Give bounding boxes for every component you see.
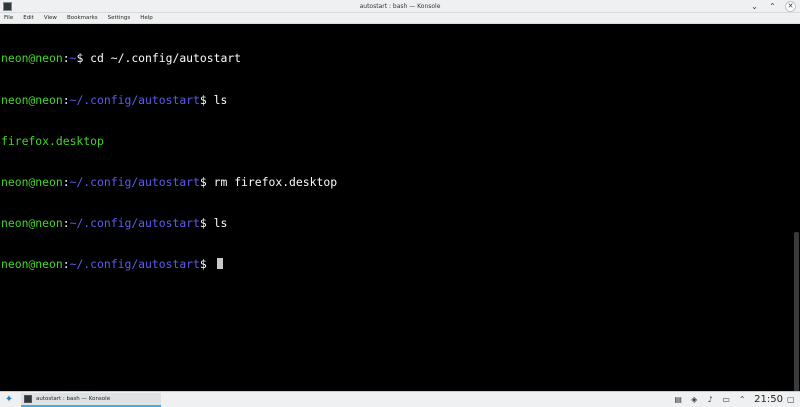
prompt-user: neon@neon xyxy=(1,215,63,230)
close-icon[interactable]: ✕ xyxy=(785,1,796,12)
terminal-line: firefox.desktop xyxy=(1,133,799,149)
prompt-symbol: $ xyxy=(199,256,214,271)
prompt-separator: : xyxy=(62,215,70,230)
plasma-launcher-icon[interactable]: ✦ xyxy=(3,394,15,406)
menu-help[interactable]: Help xyxy=(139,13,154,23)
battery-icon[interactable]: ▭ xyxy=(721,395,731,405)
prompt-symbol: $ xyxy=(199,215,214,230)
taskbar-task-konsole[interactable]: autostart : bash — Konsole xyxy=(21,392,161,407)
window-controls: ⌄ ⌃ ✕ xyxy=(749,1,796,12)
command-output: firefox.desktop xyxy=(1,133,104,148)
clipboard-icon[interactable]: ▤ xyxy=(673,395,683,405)
command-text: ls xyxy=(213,215,228,230)
prompt-user: neon@neon xyxy=(1,92,63,107)
prompt-path: ~/.config/autostart xyxy=(69,92,200,107)
terminal-line: neon@neon:~/.config/autostart$ ls xyxy=(1,215,799,231)
volume-icon[interactable]: ♪ xyxy=(705,395,715,405)
prompt-user: neon@neon xyxy=(1,51,63,66)
prompt-path: ~/.config/autostart xyxy=(69,174,200,189)
prompt-symbol: $ xyxy=(76,51,91,66)
prompt-path: ~/.config/autostart xyxy=(69,215,200,230)
menu-bar: File Edit View Bookmarks Settings Help xyxy=(0,13,800,24)
prompt-symbol: $ xyxy=(199,174,214,189)
command-text: cd ~/.config/autostart xyxy=(90,51,242,66)
maximize-icon[interactable]: ⌃ xyxy=(767,1,778,12)
prompt-user: neon@neon xyxy=(1,174,63,189)
terminal-output[interactable]: neon@neon:~$ cd ~/.config/autostart neon… xyxy=(0,24,800,407)
menu-settings[interactable]: Settings xyxy=(107,13,132,23)
prompt-separator: : xyxy=(62,92,70,107)
window-title: autostart : bash — Konsole xyxy=(359,3,441,10)
task-label: autostart : bash — Konsole xyxy=(36,395,111,402)
clock[interactable]: 21:50 xyxy=(754,392,783,407)
prompt-separator: : xyxy=(62,174,70,189)
title-bar[interactable]: autostart : bash — Konsole ⌄ ⌃ ✕ xyxy=(0,0,800,13)
prompt-separator: : xyxy=(62,51,70,66)
menu-view[interactable]: View xyxy=(43,13,58,23)
command-text: ls xyxy=(213,92,228,107)
network-icon[interactable]: ◈ xyxy=(689,395,699,405)
scrollbar[interactable] xyxy=(794,232,799,407)
minimize-icon[interactable]: ⌄ xyxy=(749,1,760,12)
terminal-line: neon@neon:~/.config/autostart$ ls xyxy=(1,92,799,108)
terminal-line: neon@neon:~$ cd ~/.config/autostart xyxy=(1,52,799,66)
command-text: rm firefox.desktop xyxy=(213,174,338,189)
taskbar: ✦ autostart : bash — Konsole ▤ ◈ ♪ ▭ ⌃ 2… xyxy=(0,391,800,407)
menu-bookmarks[interactable]: Bookmarks xyxy=(66,13,99,23)
konsole-window: autostart : bash — Konsole ⌄ ⌃ ✕ File Ed… xyxy=(0,0,800,407)
terminal-line: neon@neon:~/.config/autostart$ rm firefo… xyxy=(1,174,799,190)
text-cursor xyxy=(216,257,223,269)
system-tray: ▤ ◈ ♪ ▭ ⌃ 21:50 ▢ xyxy=(667,392,800,407)
prompt-separator: : xyxy=(62,256,70,271)
prompt-path: ~/.config/autostart xyxy=(69,256,200,271)
prompt-user: neon@neon xyxy=(1,256,63,271)
tray-expand-icon[interactable]: ⌃ xyxy=(737,395,747,405)
menu-file[interactable]: File xyxy=(3,13,14,23)
terminal-line: neon@neon:~/.config/autostart$ xyxy=(1,256,799,272)
konsole-task-icon xyxy=(24,394,32,403)
prompt-symbol: $ xyxy=(199,92,214,107)
show-desktop-icon[interactable]: ▢ xyxy=(787,395,797,405)
menu-edit[interactable]: Edit xyxy=(22,13,35,23)
